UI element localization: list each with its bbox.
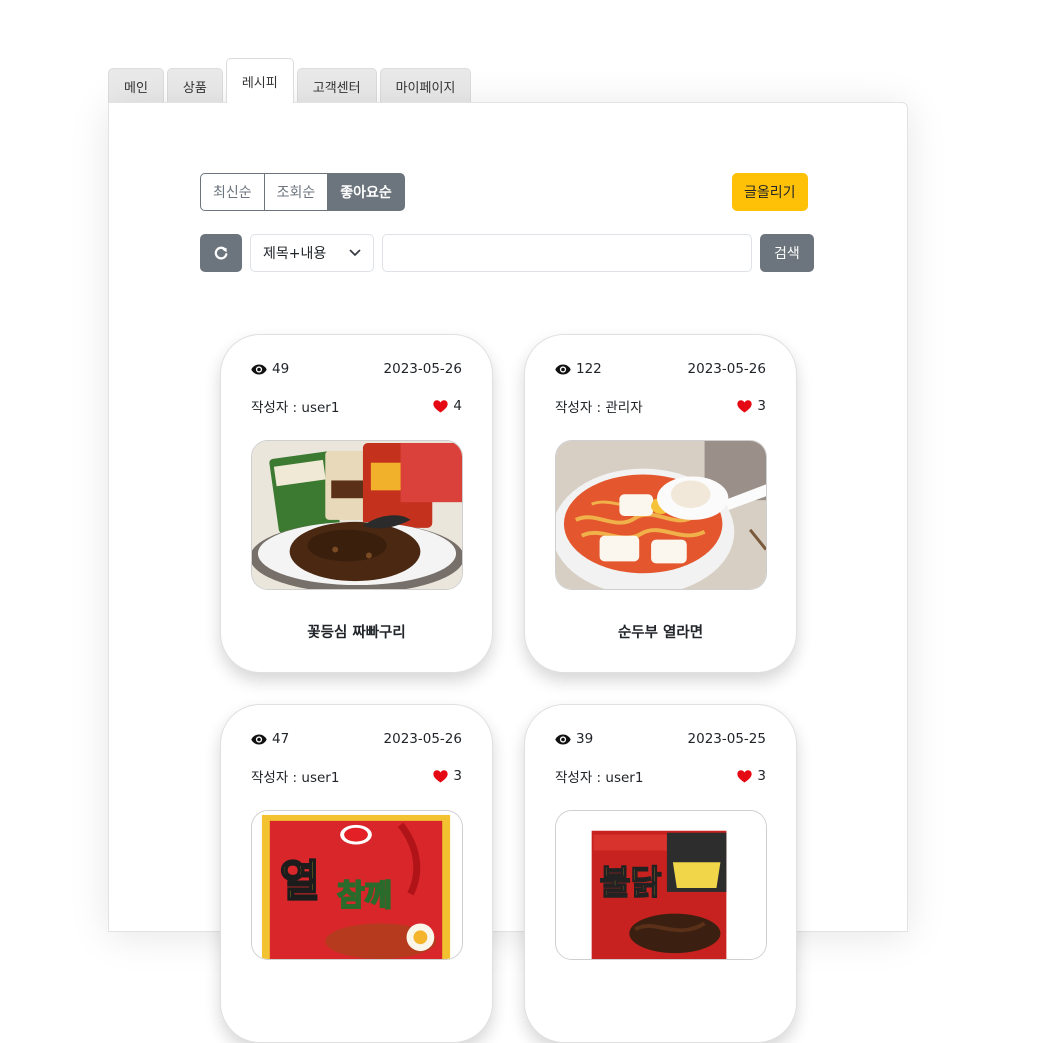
post-date: 2023-05-25 [687, 731, 766, 747]
heart-icon [433, 769, 449, 783]
sort-latest-button[interactable]: 최신순 [200, 173, 265, 211]
post-date: 2023-05-26 [687, 361, 766, 377]
sundubu-ramen-photo-icon [556, 441, 766, 589]
tab-bar: 메인 상품 레시피 고객센터 마이페이지 [108, 58, 472, 103]
package-label: 참깨 [337, 878, 392, 913]
heart-icon [737, 399, 753, 413]
recipe-thumbnail [251, 440, 463, 590]
tab-main[interactable]: 메인 [108, 68, 164, 103]
eye-icon [251, 734, 267, 744]
author-label: 작성자 : 관리자 [555, 400, 643, 416]
author-label: 작성자 : user1 [251, 770, 340, 786]
view-count: 122 [576, 361, 602, 377]
search-input[interactable] [382, 234, 752, 272]
sort-views-button[interactable]: 조회순 [263, 173, 329, 211]
search-type-value: 제목+내용 [263, 246, 327, 262]
like-count: 3 [757, 398, 766, 414]
eye-icon [251, 364, 267, 374]
post-title: 순두부 열라면 [617, 625, 704, 641]
search-button[interactable]: 검색 [760, 234, 814, 272]
eye-icon [555, 734, 571, 744]
heart-icon [433, 399, 449, 413]
tab-support[interactable]: 고객센터 [296, 68, 377, 103]
sort-button-group: 최신순 조회순 좋아요순 [200, 173, 405, 211]
yeol-ramen-package-photo-icon: 열 참깨 [252, 811, 462, 959]
recipe-panel: 최신순 조회순 좋아요순 글올리기 제목+내용 검색 49 2023-05-26… [108, 102, 908, 1043]
refresh-icon [214, 246, 228, 260]
write-post-button[interactable]: 글올리기 [732, 173, 808, 211]
tab-mypage[interactable]: 마이페이지 [379, 68, 472, 103]
tab-products[interactable]: 상품 [166, 68, 223, 103]
sort-likes-button[interactable]: 좋아요순 [327, 173, 405, 211]
recipe-card[interactable]: 47 2023-05-26 작성자 : user1 3 열 참깨 [220, 704, 493, 1043]
tab-recipes[interactable]: 레시피 [225, 58, 294, 103]
svg-text:열: 열 [280, 857, 320, 907]
author-label: 작성자 : user1 [555, 770, 644, 786]
recipe-card[interactable]: 122 2023-05-26 작성자 : 관리자 3 순두부 열라면 [524, 334, 797, 673]
buldak-package-photo-icon: 불닭 [556, 811, 766, 959]
chevron-down-icon [349, 249, 361, 256]
refresh-button[interactable] [200, 234, 242, 272]
eye-icon [555, 364, 571, 374]
heart-icon [737, 769, 753, 783]
post-title: 꽃등심 짜빠구리 [307, 625, 406, 641]
recipe-card[interactable]: 39 2023-05-25 작성자 : user1 3 불닭 [524, 704, 797, 1043]
post-date: 2023-05-26 [383, 361, 462, 377]
view-count: 49 [272, 361, 290, 377]
like-count: 4 [453, 398, 462, 414]
like-count: 3 [757, 768, 766, 784]
package-label: 불닭 [600, 863, 662, 902]
recipe-thumbnail: 불닭 [555, 810, 767, 960]
view-count: 47 [272, 731, 290, 747]
recipe-card[interactable]: 49 2023-05-26 작성자 : user1 4 꽃등심 짜빠구리 [220, 334, 493, 673]
jjapaguri-photo-icon [252, 441, 462, 589]
view-count: 39 [576, 731, 594, 747]
search-type-select[interactable]: 제목+내용 [250, 234, 374, 272]
recipe-thumbnail: 열 참깨 [251, 810, 463, 960]
post-date: 2023-05-26 [383, 731, 462, 747]
author-label: 작성자 : user1 [251, 400, 340, 416]
like-count: 3 [453, 768, 462, 784]
recipe-thumbnail [555, 440, 767, 590]
